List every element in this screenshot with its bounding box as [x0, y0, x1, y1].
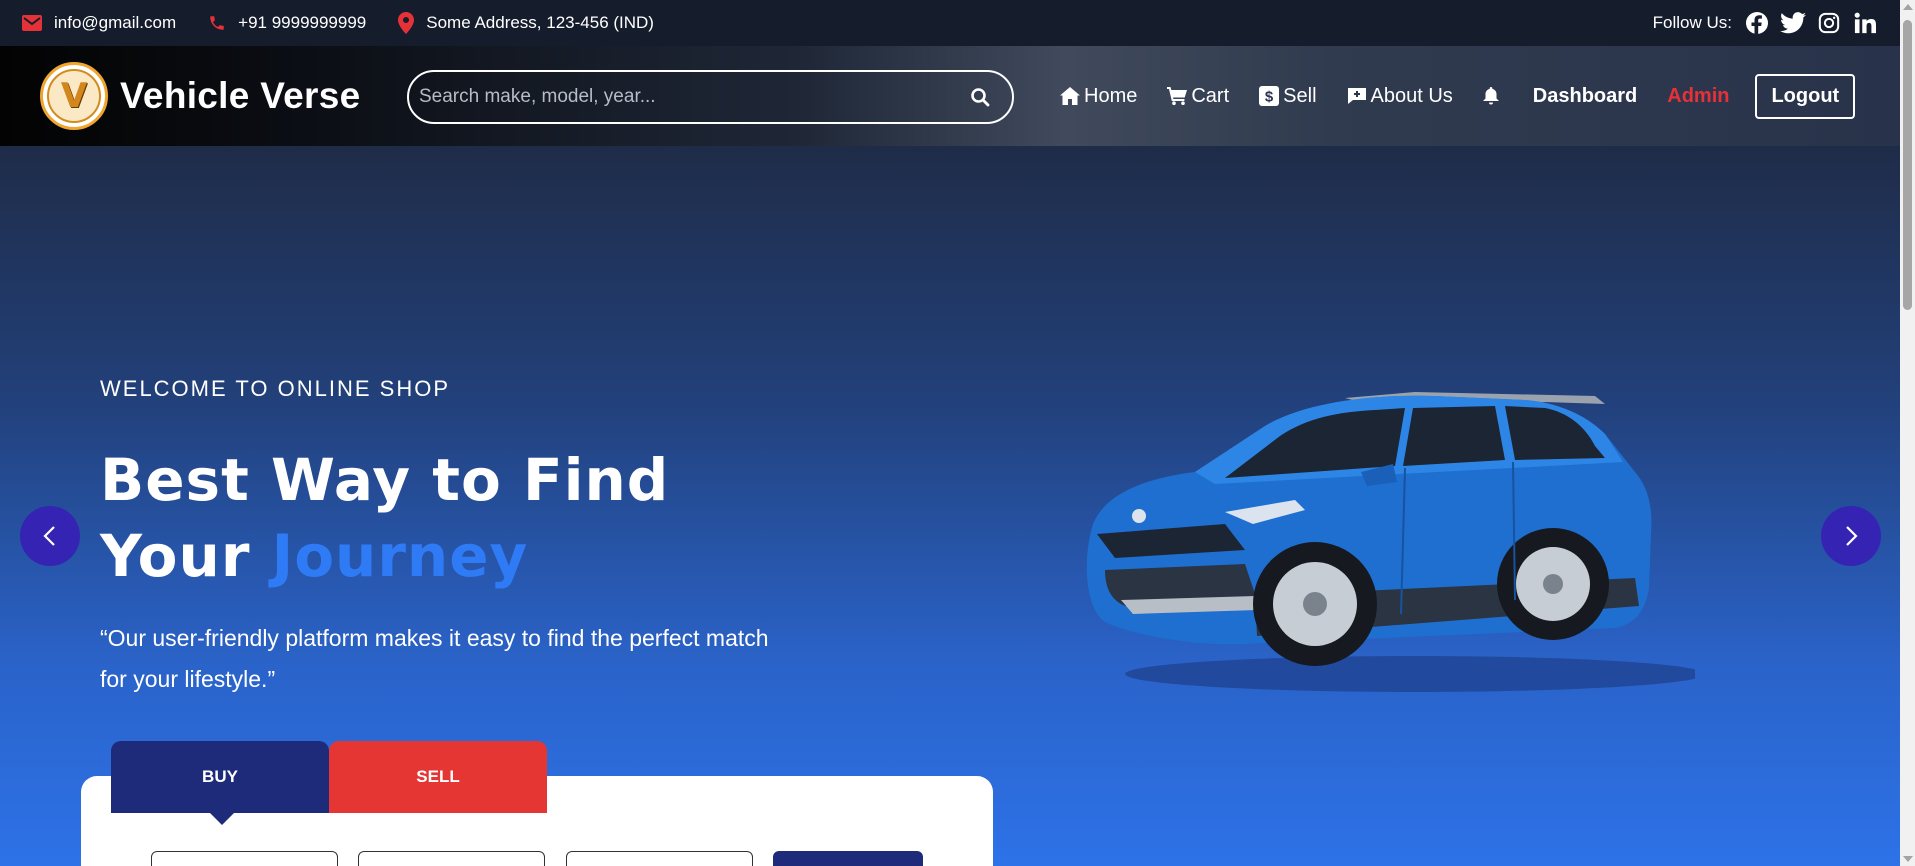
- search-bar: [407, 70, 1014, 124]
- headline-line-2: Your Journey: [100, 518, 669, 594]
- carousel-next-button[interactable]: [1821, 506, 1881, 566]
- scroll-thumb[interactable]: [1903, 20, 1912, 310]
- tab-buy[interactable]: BUY: [111, 741, 329, 813]
- facebook-icon[interactable]: [1744, 10, 1770, 36]
- phone-text: +91 9999999999: [238, 13, 367, 32]
- notifications-button[interactable]: [1482, 87, 1503, 105]
- instagram-icon[interactable]: [1816, 10, 1842, 36]
- chevron-right-icon: [1846, 526, 1858, 546]
- page-scrollbar[interactable]: [1900, 0, 1915, 866]
- nav-home[interactable]: Home: [1060, 85, 1137, 108]
- hero-carousel: WELCOME TO ONLINE SHOP Best Way to Find …: [0, 146, 1900, 866]
- contact-email[interactable]: info@gmail.com: [22, 13, 176, 33]
- nav-cart-label: Cart: [1191, 84, 1230, 107]
- brand-logo-link[interactable]: V Vehicle Verse: [40, 62, 360, 130]
- nav-sell[interactable]: $ Sell: [1259, 84, 1317, 108]
- nav-sell-label: Sell: [1283, 84, 1317, 107]
- home-icon: [1060, 87, 1080, 105]
- nav-home-label: Home: [1084, 84, 1138, 107]
- nav-links: Home Cart $ Sell About Us Dashboard Admi…: [1060, 46, 1856, 146]
- main-navbar: V Vehicle Verse Home Cart $: [0, 46, 1900, 146]
- scroll-up-arrow[interactable]: [1903, 4, 1913, 10]
- hero-welcome-text: WELCOME TO ONLINE SHOP: [100, 376, 451, 401]
- scroll-down-arrow[interactable]: [1903, 856, 1913, 862]
- hero-quote: “Our user-friendly platform makes it eas…: [100, 625, 769, 692]
- tab-sell[interactable]: SELL: [329, 741, 547, 813]
- linkedin-icon[interactable]: [1852, 10, 1878, 36]
- headline-line-1: Best Way to Find: [100, 446, 670, 514]
- hero-car-image: [1086, 392, 1695, 692]
- hero-headline: Best Way to Find Your Journey: [100, 442, 669, 594]
- search-field-3[interactable]: [566, 851, 753, 866]
- nav-about[interactable]: About Us: [1347, 85, 1453, 108]
- carousel-prev-button[interactable]: [20, 506, 80, 566]
- search-field-2[interactable]: [358, 851, 545, 866]
- search-input[interactable]: [419, 86, 970, 108]
- follow-us-label: Follow Us:: [1652, 13, 1732, 32]
- logo-letter: V: [47, 69, 101, 123]
- nav-about-label: About Us: [1370, 84, 1453, 107]
- nav-cart[interactable]: Cart: [1167, 85, 1229, 108]
- social-links: Follow Us:: [1653, 10, 1878, 36]
- nav-dashboard[interactable]: Dashboard: [1533, 85, 1637, 108]
- brand-name: Vehicle Verse: [120, 75, 361, 116]
- brand-logo: V: [40, 62, 108, 130]
- headline-plain: Your: [100, 522, 272, 590]
- twitter-icon[interactable]: [1780, 10, 1806, 36]
- search-icon[interactable]: [970, 87, 990, 107]
- logout-button[interactable]: Logout: [1755, 73, 1856, 119]
- active-tab-pointer: [210, 813, 234, 825]
- bell-icon: [1482, 87, 1499, 105]
- top-contact-bar: info@gmail.com +91 9999999999 Some Addre…: [0, 0, 1900, 46]
- phone-icon: [210, 16, 224, 30]
- cart-icon: [1167, 87, 1188, 105]
- contact-phone[interactable]: +91 9999999999: [208, 13, 366, 33]
- dollar-badge-icon: $: [1259, 86, 1280, 106]
- search-submit-button[interactable]: [773, 851, 923, 866]
- chat-plus-icon: [1347, 88, 1366, 104]
- contact-address: Some Address, 123-456 (IND): [398, 12, 654, 34]
- nav-admin[interactable]: Admin: [1667, 85, 1729, 108]
- mail-icon: [22, 15, 42, 31]
- location-pin-icon: [398, 12, 415, 34]
- search-field-1[interactable]: [151, 851, 338, 866]
- address-text: Some Address, 123-456 (IND): [426, 13, 654, 32]
- svg-text:$: $: [1265, 89, 1274, 106]
- headline-accent: Journey: [271, 522, 529, 590]
- chevron-left-icon: [43, 526, 55, 546]
- email-text: info@gmail.com: [54, 13, 177, 32]
